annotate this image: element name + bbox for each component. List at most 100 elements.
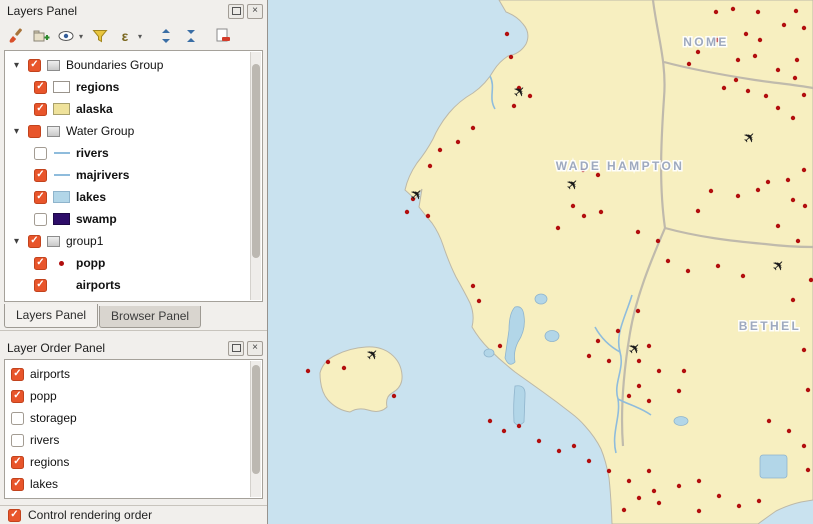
popp-point <box>731 7 735 11</box>
order-list-item[interactable]: rivers <box>7 429 250 451</box>
twisty-icon[interactable]: ▾ <box>11 126 22 137</box>
popp-point <box>572 444 576 448</box>
popp-point <box>509 55 513 59</box>
layer-group-row[interactable]: ▾ ✓ group1 <box>7 230 250 252</box>
order-visibility-checkbox[interactable]: ✓ <box>11 368 24 381</box>
popp-point <box>717 494 721 498</box>
layer-label: regions <box>76 80 119 94</box>
layer-visibility-checkbox[interactable]: ✓ <box>28 235 41 248</box>
popp-point <box>657 501 661 505</box>
check-icon: ✓ <box>36 170 44 180</box>
popp-point <box>716 264 720 268</box>
layer-group-label: group1 <box>66 234 103 248</box>
order-list-item[interactable]: ✓ lakes <box>7 473 250 495</box>
control-rendering-order-checkbox[interactable]: ✓ <box>8 509 21 522</box>
filter-icon <box>91 27 109 45</box>
layer-styling-button[interactable] <box>4 24 28 48</box>
layer-tree-scrollbar-thumb[interactable] <box>252 64 260 257</box>
layer-tree-scrollbar[interactable] <box>250 52 261 300</box>
popp-point <box>776 106 780 110</box>
layer-visibility-checkbox[interactable]: ✓ <box>34 257 47 270</box>
order-list-item[interactable]: ✓popp <box>7 385 250 407</box>
line-symbol <box>54 152 70 154</box>
order-panel-footer: ✓ Control rendering order <box>0 505 267 524</box>
filter-expression-button[interactable]: ε <box>113 24 137 48</box>
popp-point <box>596 173 600 177</box>
layer-row[interactable]: swamp <box>7 208 250 230</box>
map-region-label: WADE HAMPTON <box>556 159 685 173</box>
layer-visibility-checkbox[interactable]: ✓ <box>34 191 47 204</box>
tab-browser-panel[interactable]: Browser Panel <box>99 306 201 328</box>
popp-point <box>787 429 791 433</box>
popp-point <box>757 499 761 503</box>
manage-visibility-button[interactable] <box>54 24 78 48</box>
order-scrollbar[interactable] <box>250 361 261 497</box>
point-symbol <box>59 261 64 266</box>
order-item-label: lakes <box>30 477 58 491</box>
layer-visibility-checkbox[interactable] <box>34 213 47 226</box>
popp-point <box>428 164 432 168</box>
layer-row[interactable]: ✓lakes <box>7 186 250 208</box>
popp-point <box>696 50 700 54</box>
qgis-window: Layers Panel × <box>0 0 813 524</box>
popp-point <box>722 86 726 90</box>
popp-point <box>734 78 738 82</box>
popp-point <box>392 394 396 398</box>
layer-swatch-none <box>53 279 70 291</box>
popp-point <box>736 58 740 62</box>
order-visibility-checkbox[interactable]: ✓ <box>11 456 24 469</box>
check-icon: ✓ <box>13 391 21 401</box>
layer-group-label: Water Group <box>66 124 134 138</box>
layer-row[interactable]: ✓majrivers <box>7 164 250 186</box>
layer-row[interactable]: ✓airports <box>7 274 250 296</box>
add-group-button[interactable] <box>29 24 53 48</box>
layer-label: popp <box>76 256 105 270</box>
order-panel-close-button[interactable]: × <box>247 341 263 356</box>
expression-dropdown-icon[interactable]: ▾ <box>138 32 146 41</box>
expand-all-button[interactable] <box>154 24 178 48</box>
layer-row[interactable]: ✓ popp <box>7 252 250 274</box>
filter-legend-button[interactable] <box>88 24 112 48</box>
order-scrollbar-thumb[interactable] <box>252 365 260 474</box>
remove-layer-button[interactable] <box>211 24 235 48</box>
popp-point <box>587 354 591 358</box>
visibility-dropdown-icon[interactable]: ▾ <box>79 32 87 41</box>
order-list-item[interactable]: storagep <box>7 407 250 429</box>
order-list-item[interactable]: ✓regions <box>7 451 250 473</box>
layer-row[interactable]: ✓alaska <box>7 98 250 120</box>
panel-separator <box>0 330 267 337</box>
order-visibility-checkbox[interactable]: ✓ <box>11 478 24 491</box>
twisty-icon[interactable]: ▾ <box>11 60 22 71</box>
layer-visibility-checkbox[interactable]: ✓ <box>34 81 47 94</box>
dock-tabs: Layers Panel Browser Panel <box>0 302 267 328</box>
layers-panel-close-button[interactable]: × <box>247 4 263 19</box>
order-visibility-checkbox[interactable] <box>11 412 24 425</box>
layer-group-row[interactable]: ▾ Water Group <box>7 120 250 142</box>
tab-layers-panel[interactable]: Layers Panel <box>4 304 98 328</box>
order-visibility-checkbox[interactable]: ✓ <box>11 390 24 403</box>
popp-point <box>766 180 770 184</box>
layer-group-row[interactable]: ▾✓Boundaries Group <box>7 54 250 76</box>
order-item-label: airports <box>30 367 70 381</box>
popp-point <box>627 479 631 483</box>
layer-row[interactable]: rivers <box>7 142 250 164</box>
eye-icon <box>57 27 75 45</box>
map-region-label: BETHEL <box>739 319 801 333</box>
layers-panel-float-button[interactable] <box>228 4 244 19</box>
order-panel-float-button[interactable] <box>228 341 244 356</box>
map-canvas[interactable]: ✈✈✈✈✈✈✈ NOMEWADE HAMPTONBETHEL <box>268 0 813 524</box>
twisty-icon[interactable]: ▾ <box>11 236 22 247</box>
popp-point <box>687 62 691 66</box>
layer-visibility-checkbox[interactable]: ✓ <box>34 279 47 292</box>
lake <box>514 386 525 425</box>
popp-point <box>697 509 701 513</box>
layer-row[interactable]: ✓ regions <box>7 76 250 98</box>
collapse-all-button[interactable] <box>179 24 203 48</box>
layer-visibility-checkbox[interactable]: ✓ <box>34 169 47 182</box>
order-visibility-checkbox[interactable] <box>11 434 24 447</box>
order-list-item[interactable]: ✓ airports <box>7 363 250 385</box>
layer-visibility-checkbox[interactable]: ✓ <box>34 103 47 116</box>
layer-visibility-checkbox[interactable]: ✓ <box>28 59 41 72</box>
layer-visibility-checkbox[interactable] <box>34 147 47 160</box>
layer-visibility-checkbox[interactable] <box>28 125 41 138</box>
